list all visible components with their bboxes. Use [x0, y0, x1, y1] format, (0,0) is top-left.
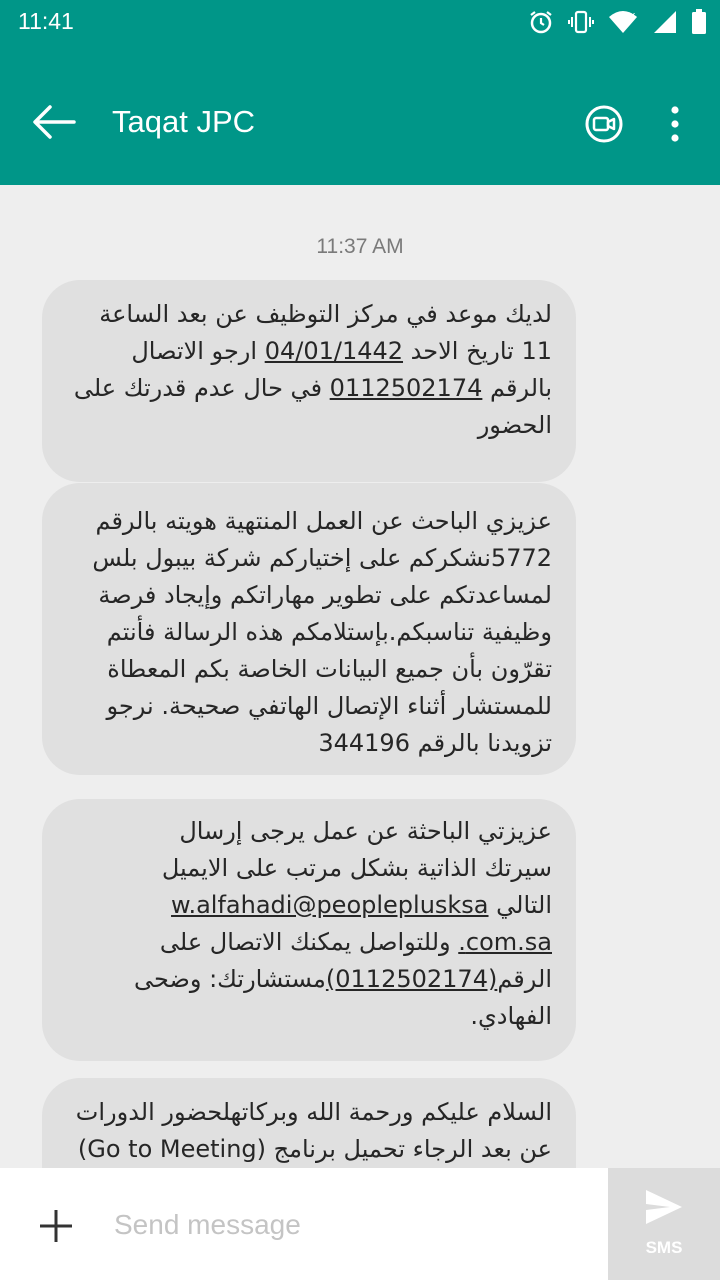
message-line: تقرّون بأن جميع البيانات الخاصة بكم المع…	[107, 655, 552, 683]
status-time: 11:41	[18, 8, 74, 34]
message-line: سيرتك الذاتية بشكل مرتب على الايميل	[161, 854, 552, 882]
app-bar: Taqat JPC	[0, 44, 720, 185]
message-line: السلام عليكم ورحمة الله وبركاتهلحضور الد…	[75, 1098, 552, 1126]
email-link[interactable]: w.alfahadi@peopleplusksa	[171, 891, 488, 919]
message-line: بالرقم 0112502174 في حال عدم قدرتك على	[73, 374, 552, 402]
battery-icon	[692, 9, 706, 34]
svg-text:x: x	[630, 11, 636, 21]
message-bubble[interactable]: عزيزي الباحث عن العمل المنتهية هويته بال…	[42, 483, 576, 775]
send-sms-button[interactable]: SMS	[608, 1168, 720, 1280]
message-line: للمستشار أثناء الإتصال الهاتفي صحيحة. نر…	[106, 692, 552, 720]
send-icon	[646, 1190, 682, 1224]
send-sms-label: SMS	[645, 1238, 683, 1257]
message-line: الفهادي.	[470, 1002, 552, 1030]
message-line: 11 تاريخ الاحد 04/01/1442 ارجو الاتصال	[131, 337, 552, 365]
video-call-icon[interactable]	[584, 104, 624, 144]
status-bar: 11:41 x	[0, 0, 720, 44]
message-bubble[interactable]: عزيزتي الباحثة عن عمل يرجى إرسال سيرتك ا…	[42, 799, 576, 1061]
wifi-icon: x	[609, 11, 637, 33]
message-line: عن بعد الرجاء تحميل برنامج (Go to Meetin…	[77, 1135, 552, 1163]
alarm-icon	[530, 11, 552, 34]
conversation-title: Taqat JPC	[112, 104, 256, 139]
message-line: الحضور	[477, 411, 552, 439]
email-link[interactable]: com.sa.	[458, 928, 552, 956]
message-bubble[interactable]: السلام عليكم ورحمة الله وبركاتهلحضور الد…	[42, 1078, 576, 1168]
message-line: لمساعدتكم على تطوير مهاراتكم وإيجاد فرصة	[98, 581, 552, 609]
attach-plus-icon[interactable]	[36, 1206, 76, 1246]
phone-link[interactable]: 0112502174	[330, 374, 483, 402]
message-bubble[interactable]: لديك موعد في مركز التوظيف عن بعد الساعة …	[42, 280, 576, 482]
message-line: تزويدنا بالرقم 344196	[318, 729, 552, 757]
message-line: عزيزتي الباحثة عن عمل يرجى إرسال	[179, 817, 552, 845]
vibrate-icon	[568, 10, 594, 34]
message-timestamp: 11:37 AM	[316, 235, 404, 258]
message-line: لديك موعد في مركز التوظيف عن بعد الساعة	[99, 300, 552, 328]
message-thread[interactable]: 11:37 AM لديك موعد في مركز التوظيف عن بع…	[0, 185, 720, 1168]
more-options-icon[interactable]	[662, 104, 688, 144]
message-line: الرقم(0112502174)مستشارتك: وضحى	[134, 965, 552, 993]
compose-bar: SMS	[0, 1168, 720, 1280]
message-line: وظيفية تناسبكم.بإستلامكم هذه الرسالة فأن…	[106, 618, 552, 646]
phone-link[interactable]: (0112502174)	[326, 965, 497, 993]
message-input[interactable]	[112, 1204, 586, 1246]
message-line: عزيزي الباحث عن العمل المنتهية هويته بال…	[95, 507, 552, 535]
signal-icon	[654, 11, 676, 33]
date-link[interactable]: 04/01/1442	[265, 337, 403, 365]
message-line: التالي w.alfahadi@peopleplusksa	[171, 891, 552, 919]
message-line: 5772نشكركم على إختياركم شركة بيبول بلس	[92, 544, 552, 572]
back-arrow-icon[interactable]	[30, 102, 76, 142]
message-line: com.sa. وللتواصل يمكنك الاتصال على	[159, 928, 552, 956]
